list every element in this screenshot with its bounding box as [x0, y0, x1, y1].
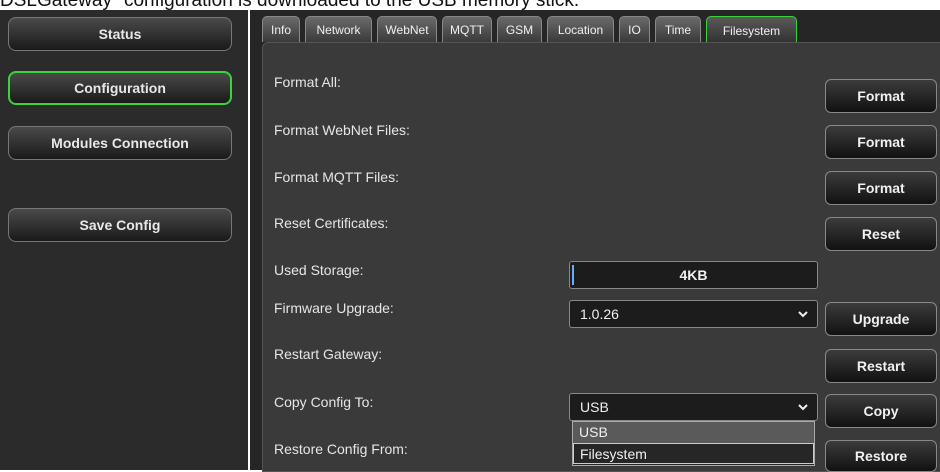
- chevron-down-icon: [798, 311, 808, 318]
- copy-config-select[interactable]: USB: [569, 393, 818, 421]
- tab-info[interactable]: Info: [262, 16, 300, 42]
- dropdown-option-usb[interactable]: USB: [573, 422, 814, 443]
- sidebar-item-save-config[interactable]: Save Config: [8, 208, 232, 242]
- sidebar-item-configuration[interactable]: Configuration: [8, 71, 232, 105]
- format-mqtt-button[interactable]: Format: [825, 171, 937, 205]
- upgrade-button[interactable]: Upgrade: [825, 302, 937, 336]
- tab-webnet[interactable]: WebNet: [377, 16, 437, 42]
- tab-gsm[interactable]: GSM: [497, 16, 542, 42]
- sidebar: Status Configuration Modules Connection …: [0, 10, 248, 470]
- format-mqtt-label: Format MQTT Files:: [274, 169, 399, 185]
- tab-filesystem[interactable]: Filesystem: [706, 16, 797, 44]
- sidebar-item-modules-connection[interactable]: Modules Connection: [8, 126, 232, 160]
- firmware-version-select[interactable]: 1.0.26: [569, 300, 818, 328]
- used-storage-field: 4KB: [569, 261, 818, 289]
- copy-button[interactable]: Copy: [825, 394, 937, 428]
- tab-time[interactable]: Time: [655, 16, 701, 42]
- reset-certificates-button[interactable]: Reset: [825, 217, 937, 251]
- chevron-down-icon: [798, 404, 808, 411]
- format-all-label: Format All:: [274, 74, 341, 90]
- format-webnet-button[interactable]: Format: [825, 125, 937, 159]
- dropdown-option-filesystem[interactable]: Filesystem: [573, 443, 814, 464]
- tab-location[interactable]: Location: [547, 16, 614, 42]
- copy-config-value: USB: [580, 399, 609, 415]
- copy-config-label: Copy Config To:: [274, 394, 374, 410]
- tab-network[interactable]: Network: [305, 16, 372, 42]
- restore-config-label: Restore Config From:: [274, 441, 408, 457]
- sidebar-item-status[interactable]: Status: [8, 17, 232, 51]
- restart-gateway-label: Restart Gateway:: [274, 346, 383, 362]
- reset-certificates-label: Reset Certificates:: [274, 215, 389, 231]
- format-webnet-label: Format WebNet Files:: [274, 122, 410, 138]
- restore-button[interactable]: Restore: [825, 440, 937, 472]
- tab-io[interactable]: IO: [619, 16, 650, 42]
- restart-button[interactable]: Restart: [825, 349, 937, 383]
- firmware-upgrade-label: Firmware Upgrade:: [274, 300, 394, 316]
- tab-mqtt[interactable]: MQTT: [442, 16, 492, 42]
- format-all-button[interactable]: Format: [825, 79, 937, 113]
- used-storage-label: Used Storage:: [274, 262, 364, 278]
- firmware-version-value: 1.0.26: [580, 306, 619, 322]
- copy-config-dropdown-list: USB Filesystem: [572, 421, 815, 466]
- used-storage-value: 4KB: [679, 267, 708, 283]
